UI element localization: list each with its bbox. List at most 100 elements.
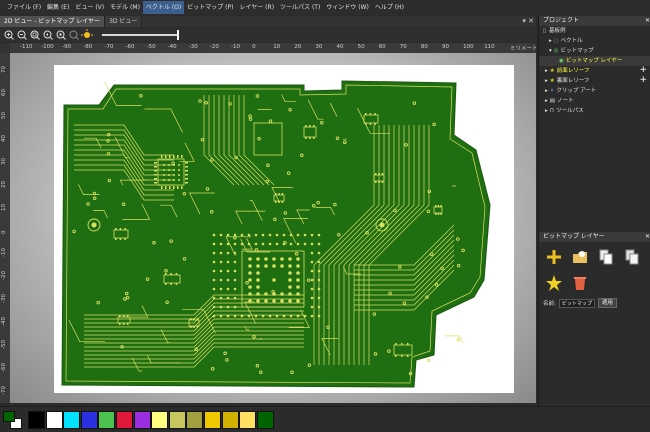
- layer-tools: [539, 242, 649, 294]
- pcb-component: [313, 125, 315, 127]
- pcb-component: [395, 343, 397, 345]
- color-swatch[interactable]: [80, 411, 98, 429]
- tab-3d-view[interactable]: 3D ビュー: [105, 16, 143, 27]
- tree-item-notes[interactable]: ▸ ▤ ノート: [539, 96, 650, 106]
- color-swatch[interactable]: [239, 411, 257, 429]
- color-swatch[interactable]: [186, 411, 204, 429]
- pcb-component: [190, 326, 192, 328]
- tree-item-bitmaps[interactable]: ▾ ◎ ビットマップ: [539, 46, 650, 56]
- foreground-color-swatch[interactable]: [3, 411, 15, 422]
- color-swatch[interactable]: [204, 411, 221, 429]
- expand-arrow-icon[interactable]: ▸: [545, 66, 548, 76]
- new-layer-icon[interactable]: [545, 248, 563, 266]
- panel-close-icon[interactable]: ✕: [645, 232, 650, 242]
- color-swatch[interactable]: [45, 411, 63, 429]
- tree-item-clipart[interactable]: ▸ ✦ クリップ アート: [539, 86, 650, 96]
- pan-icon[interactable]: [68, 29, 80, 41]
- menu-help[interactable]: ヘルプ (H): [372, 1, 407, 14]
- pcb-pad: [226, 278, 230, 282]
- pcb-component: [278, 193, 280, 195]
- pcb-pad: [264, 292, 268, 296]
- pcb-pad: [163, 164, 165, 166]
- expand-arrow-icon[interactable]: ▸: [545, 76, 548, 86]
- pcb-pad: [310, 260, 314, 264]
- layer-eye-icon[interactable]: ◉: [559, 56, 564, 66]
- add-layer-icon[interactable]: +: [639, 66, 647, 75]
- pcb-component: [123, 323, 125, 325]
- pcb-pad: [268, 233, 272, 237]
- layer-name-input[interactable]: ビットマップ レイ: [558, 298, 595, 308]
- collapse-arrow-icon[interactable]: ▾: [549, 46, 552, 56]
- menu-layer[interactable]: レイヤー (R): [236, 1, 277, 14]
- panel-close-icon[interactable]: ✕: [645, 16, 650, 26]
- slider-thumb[interactable]: [177, 30, 179, 40]
- pcb-component: [165, 155, 167, 158]
- color-swatch[interactable]: [28, 411, 45, 429]
- color-swatch[interactable]: [133, 411, 151, 429]
- zoom-fit-icon[interactable]: [29, 29, 41, 41]
- color-swatch[interactable]: [151, 411, 169, 429]
- menu-window[interactable]: ウィンドウ (W): [323, 1, 372, 14]
- contrast-slider[interactable]: [102, 30, 179, 40]
- tree-item-project[interactable]: ▯ 基板例: [539, 26, 650, 36]
- pcb-pad: [173, 179, 175, 181]
- pcb-pad: [280, 292, 284, 296]
- expand-arrow-icon[interactable]: ▸: [549, 36, 552, 46]
- zoom-in-icon[interactable]: [3, 29, 15, 41]
- pcb-component: [278, 201, 280, 203]
- copy-icon[interactable]: [597, 248, 615, 266]
- color-swatch[interactable]: [98, 411, 116, 429]
- pcb-pad: [163, 174, 165, 176]
- pcb-pad: [226, 287, 230, 291]
- expand-arrow-icon[interactable]: ▸: [545, 96, 548, 106]
- menu-bitmap[interactable]: ビットマップ (P): [184, 1, 236, 14]
- tree-item-toolpaths[interactable]: ▸ ⊓ ツールパス: [539, 106, 650, 116]
- tree-item-vectors[interactable]: ▸ ◌ ベクトル: [539, 36, 650, 46]
- primary-secondary-colors[interactable]: [2, 410, 24, 430]
- pcb-component: [170, 273, 172, 275]
- pcb-pad: [168, 174, 170, 176]
- open-folder-icon[interactable]: [571, 248, 589, 266]
- pcb-pad: [254, 314, 258, 318]
- color-swatch[interactable]: [116, 411, 133, 429]
- add-layer-icon[interactable]: +: [639, 76, 647, 85]
- apply-button[interactable]: 適用: [597, 298, 617, 308]
- pcb-pad: [296, 299, 300, 303]
- menu-vector[interactable]: ベクトル (O): [142, 1, 185, 14]
- color-swatch[interactable]: [63, 411, 81, 429]
- duplicate-icon[interactable]: [623, 248, 641, 266]
- favourite-star-icon[interactable]: [545, 274, 563, 292]
- pcb-component: [115, 238, 117, 240]
- menu-view[interactable]: ビュー (V): [72, 1, 107, 14]
- ruler-tick-label: -60: [1, 363, 7, 372]
- highlight-icon[interactable]: [81, 29, 93, 41]
- tree-item-front-relief[interactable]: ▸ ★ 前面レリーフ +: [539, 66, 650, 76]
- pcb-component: [177, 155, 179, 158]
- color-swatch[interactable]: [256, 411, 274, 429]
- drawing-canvas[interactable]: [10, 53, 536, 403]
- pcb-pad: [248, 292, 252, 296]
- menu-toolpath[interactable]: ツールパス (T): [277, 1, 323, 14]
- tree-item-bitmap-layer[interactable]: ◉ ビットマップ レイヤー: [539, 56, 650, 66]
- pcb-pad: [248, 257, 252, 261]
- expand-arrow-icon[interactable]: ▸: [545, 106, 548, 116]
- pcb-pad: [296, 257, 300, 261]
- expand-arrow-icon[interactable]: ▸: [545, 86, 548, 96]
- pcb-component: [196, 326, 199, 328]
- zoom-window-icon[interactable]: [55, 29, 67, 41]
- tab-close-icon[interactable]: ▾ ✕: [522, 16, 534, 27]
- pcb-pad: [226, 242, 230, 246]
- menu-model[interactable]: モデル (M): [107, 1, 143, 14]
- delete-bucket-icon[interactable]: [571, 274, 589, 292]
- menu-edit[interactable]: 編集 (E): [44, 1, 72, 14]
- pcb-pad: [226, 233, 230, 237]
- tab-2d-view[interactable]: 2D ビュー - ビットマップ レイヤー: [0, 16, 106, 27]
- zoom-previous-icon[interactable]: [42, 29, 54, 41]
- pcb-component: [165, 273, 167, 275]
- menu-file[interactable]: ファイル (F): [4, 1, 44, 14]
- zoom-out-icon[interactable]: [16, 29, 28, 41]
- color-swatch[interactable]: [168, 411, 186, 429]
- pcb-pad: [317, 269, 321, 273]
- color-swatch[interactable]: [221, 411, 239, 429]
- tree-item-back-relief[interactable]: ▸ ★ 裏面レリーフ +: [539, 76, 650, 86]
